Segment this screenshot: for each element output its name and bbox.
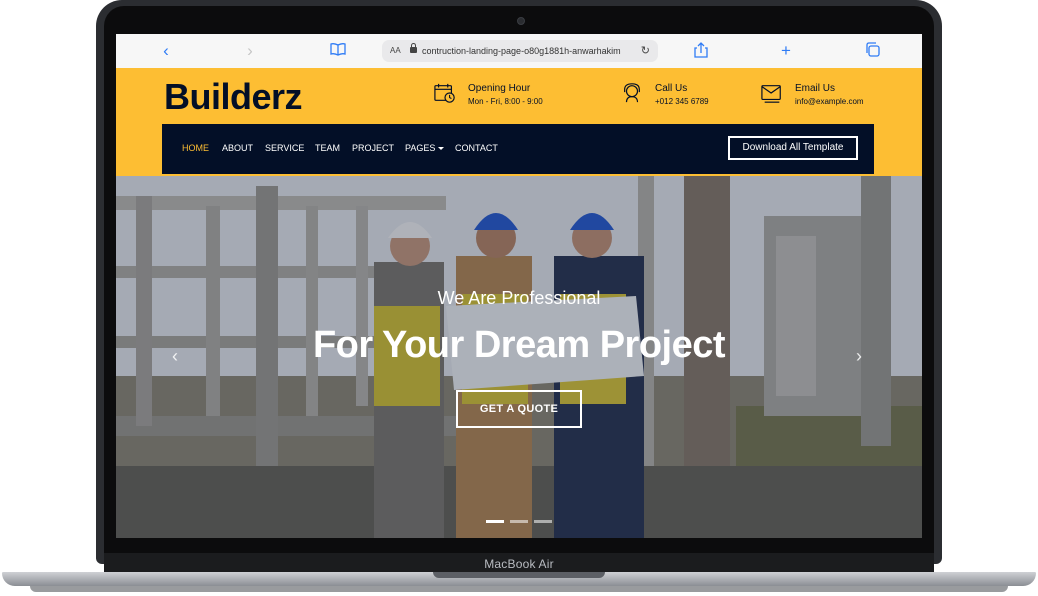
hero-carousel: ‹ › We Are Professional For Your Dream P… — [116, 176, 922, 538]
nav-service[interactable]: SERVICE — [265, 143, 304, 153]
main-navbar: HOME ABOUT SERVICE TEAM PROJECT PAGES CO… — [162, 124, 874, 174]
email-us-detail[interactable]: info@example.com — [795, 97, 864, 106]
hero-title: For Your Dream Project — [312, 324, 726, 366]
phone-support-icon — [624, 83, 640, 103]
call-us-title: Call Us — [655, 83, 688, 94]
email-icon — [761, 85, 781, 103]
lock-icon — [410, 43, 417, 53]
nav-contact[interactable]: CONTACT — [455, 143, 498, 153]
address-bar[interactable]: AA contruction-landing-page-o80g1881h-an… — [382, 40, 658, 62]
text-size-button[interactable]: AA — [390, 40, 401, 62]
opening-hour-title: Opening Hour — [468, 83, 531, 94]
carousel-dot[interactable] — [534, 520, 552, 523]
top-header: Builderz Opening Hour Mon - Fri, 8:00 - … — [116, 68, 922, 176]
reload-icon[interactable]: ↻ — [641, 40, 650, 62]
call-us-detail[interactable]: +012 345 6789 — [655, 97, 709, 106]
download-template-button[interactable]: Download All Template — [728, 136, 858, 160]
back-icon[interactable]: ‹ — [156, 42, 176, 60]
carousel-dot[interactable] — [486, 520, 504, 523]
screen: ‹ › AA contruction-landing-page-o80g1881… — [116, 34, 922, 538]
carousel-indicators — [486, 520, 556, 524]
nav-team[interactable]: TEAM — [315, 143, 340, 153]
nav-project[interactable]: PROJECT — [352, 143, 394, 153]
opening-hour-detail: Mon - Fri, 8:00 - 9:00 — [468, 97, 543, 106]
carousel-dot[interactable] — [510, 520, 528, 523]
email-us-title: Email Us — [795, 83, 836, 94]
chevron-down-icon — [438, 147, 445, 151]
nav-pages-label: PAGES — [405, 143, 436, 153]
laptop-notch — [433, 572, 605, 578]
get-a-quote-button[interactable]: GET A QUOTE — [456, 390, 582, 428]
webcam — [517, 17, 525, 25]
reader-icon[interactable] — [328, 42, 348, 60]
nav-about[interactable]: ABOUT — [222, 143, 253, 153]
laptop-shadow — [30, 586, 1008, 592]
forward-icon[interactable]: › — [240, 42, 260, 60]
share-icon[interactable] — [691, 42, 711, 60]
new-tab-icon[interactable]: + — [776, 42, 796, 60]
browser-toolbar: ‹ › AA contruction-landing-page-o80g1881… — [116, 34, 922, 69]
site-logo[interactable]: Builderz — [164, 76, 303, 118]
laptop-brand-label: MacBook Air — [484, 557, 554, 571]
calendar-clock-icon — [434, 83, 455, 103]
nav-pages[interactable]: PAGES — [405, 143, 445, 153]
nav-home[interactable]: HOME — [182, 143, 209, 153]
hero-subtitle: We Are Professional — [437, 288, 601, 308]
url-text: contruction-landing-page-o80g1881h-anwar… — [422, 46, 621, 56]
tabs-icon[interactable] — [862, 42, 882, 60]
